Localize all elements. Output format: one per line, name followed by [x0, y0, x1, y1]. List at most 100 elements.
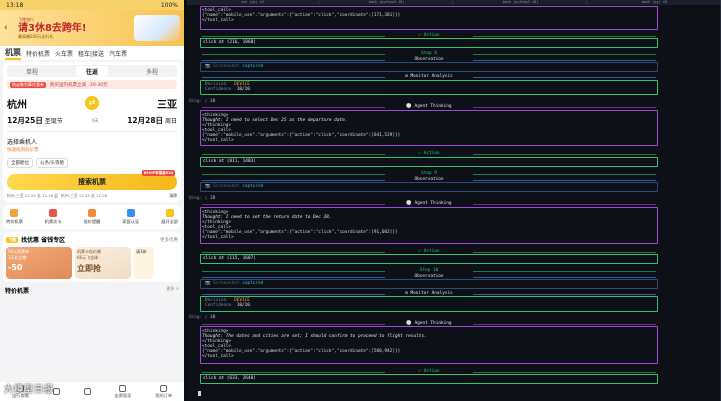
screenshot-status: captured — [242, 64, 264, 69]
terminal-cursor[interactable] — [198, 391, 201, 396]
quick-special-flights[interactable]: 特价机票 — [6, 209, 23, 225]
action-command: click at (633, 2640) — [203, 376, 256, 381]
step-header: Step 10 — [200, 268, 658, 273]
bell-icon — [87, 209, 96, 217]
card-title: 50元机票券 — [8, 249, 30, 254]
vip-tag: 89VIP享最高¥10 — [141, 170, 175, 176]
clear-history-button[interactable]: 清除 — [169, 193, 177, 199]
card-value: -50 — [8, 263, 23, 272]
terminal-tab[interactable]: bash (python3.10) — [455, 0, 587, 5]
terminal-tabs: zsh (py) ⌘1 bash (python3.10) bash (pyth… — [187, 0, 721, 5]
card-title: 请3休 — [136, 249, 147, 254]
chart-icon — [119, 384, 127, 392]
thought-text: Thought: The dates and cities are set; I… — [202, 334, 427, 339]
card-icon — [49, 209, 58, 217]
coupon-tag: 热@聚划算优惠券 — [10, 81, 46, 88]
promo-banner[interactable]: ‹ 飞猪旅行 请3休8去跨年! 最高赠200元出行礼 — [0, 10, 184, 46]
chip-all-cabins[interactable]: 全部舱位 — [7, 158, 33, 168]
action-box — [200, 254, 658, 264]
trip-type-roundtrip[interactable]: 往返 — [75, 65, 108, 77]
tab-bus[interactable]: 汽车票 — [109, 49, 127, 58]
status-time: 13:18 — [6, 1, 24, 9]
screenshot-label: Screenshot — [213, 184, 240, 189]
coupon-amount: 20-30元 — [90, 82, 108, 88]
monitor-box — [200, 80, 658, 95]
pass-card[interactable]: 机票卡低价圈 66元飞全球 立即抢 — [75, 247, 131, 279]
screenshot-box — [200, 62, 658, 72]
action-header: ✓ Action — [200, 151, 658, 156]
thinking-title: Agent Thinking — [414, 201, 452, 206]
plane-icon — [83, 388, 91, 395]
gutter-value: 2B — [210, 315, 216, 320]
low-price-more[interactable]: 更多 > — [166, 286, 179, 295]
deals-title: 找优惠 省钱专区 — [21, 237, 66, 244]
coupon-card[interactable]: 50元机票券 3天后过期 -50 — [6, 247, 72, 279]
quick-expand[interactable]: 展开全部 — [161, 209, 178, 225]
search-history: 杭州-三亚 12-25 去 12-28 返 杭州-三亚 12-25 去 12-2… — [7, 193, 177, 199]
trip-type-selector: 单程 往返 多程 — [7, 65, 177, 77]
terminal-tab[interactable]: bash (python3.10) — [321, 0, 453, 5]
passenger-title: 选择乘机人 — [7, 139, 38, 146]
nav-item-3[interactable] — [83, 388, 91, 395]
gutter-key: Qing: — [189, 315, 203, 320]
card-sub: 3天后过期 — [8, 255, 27, 260]
return-date-field[interactable]: 12月28日 周日 — [127, 115, 177, 126]
tab-train[interactable]: 火车票 — [55, 49, 73, 58]
thinking-header: ⚪ Agent Thinking — [200, 104, 658, 109]
thinking-box — [200, 326, 658, 364]
nav-label: 出票管家 — [114, 392, 132, 398]
terminal-window[interactable]: zsh (py) ⌘1 bash (python3.10) bash (pyth… — [187, 0, 721, 401]
quick-family[interactable]: 家庭认证 — [122, 209, 139, 225]
tab-flights[interactable]: 机票 — [5, 47, 21, 60]
return-date: 12月28日 — [127, 116, 164, 125]
monitor-box — [200, 296, 658, 312]
passenger-selector[interactable]: 选择乘机人 快速找到低价票 — [7, 137, 177, 153]
category-tabs: 机票 特价机票 火车票 租车|接送 汽车票 — [0, 46, 184, 60]
quick-label: 机票次卡 — [44, 219, 62, 224]
action-box — [200, 157, 658, 167]
nav-steward[interactable]: 出票管家 — [114, 384, 132, 399]
trip-type-oneway[interactable]: 单程 — [26, 67, 38, 76]
quick-label: 低价提醒 — [83, 219, 101, 224]
trip-type-multi[interactable]: 多程 — [146, 67, 158, 76]
flight-search-card: 单程 往返 多程 热@聚划算优惠券 购买国内机票立减 20-30元 杭州 ⇄ 三… — [3, 62, 181, 202]
step-header: Step 8 — [200, 51, 658, 56]
screenshot-line: 📷 Screenshot captured — [205, 281, 264, 286]
banner-headline: 请3休8去跨年! — [18, 22, 87, 34]
chip-business-first[interactable]: 公务/头等舱 — [36, 158, 69, 168]
nav-orders[interactable]: 我的订单 — [155, 384, 172, 399]
low-price-title: 特价机票 — [5, 288, 30, 295]
screenshot-line: 📷 Screenshot captured — [205, 64, 264, 69]
home-icon — [126, 209, 135, 217]
back-arrow-icon[interactable]: ‹ — [4, 23, 14, 33]
thinking-header: ⚪ Agent Thinking — [200, 201, 658, 206]
tab-special-flights[interactable]: 特价机票 — [26, 49, 50, 58]
history-item[interactable]: 杭州-三亚 12-25 去 12-28 返 — [7, 193, 58, 199]
quick-pass[interactable]: 机票次卡 — [45, 209, 62, 225]
search-flights-button[interactable]: 搜索机票 89VIP享最高¥10 — [7, 170, 177, 190]
coupon-strip[interactable]: 热@聚划算优惠券 购买国内机票立减 20-30元 — [7, 80, 177, 89]
history-item[interactable]: 杭州-三亚 12-25 去 12-28 — [61, 193, 107, 199]
from-city[interactable]: 杭州 — [7, 96, 27, 111]
deals-more-link[interactable]: 更多优惠 — [160, 237, 178, 243]
depart-date-field[interactable]: 12月25日 圣诞节 — [7, 115, 63, 126]
tool-call-close: </tool_call> — [202, 138, 234, 143]
action-command: click at (216, 1068) — [203, 40, 256, 45]
quick-price-alert[interactable]: 低价提醒 — [83, 209, 101, 225]
quick-label: 特价机票 — [6, 219, 23, 224]
watermark: 大模型日报 — [4, 385, 55, 395]
return-day: 周日 — [164, 118, 177, 125]
screenshot-label: Screenshot — [213, 64, 240, 69]
swap-cities-icon[interactable]: ⇄ — [85, 96, 99, 110]
date-row: 12月25日 圣诞节 4天 12月28日 周日 — [7, 115, 177, 126]
terminal-tab[interactable]: zsh (py) ⌘1 — [187, 0, 319, 5]
to-city[interactable]: 三亚 — [157, 96, 177, 111]
thinking-thought: Thought: The dates and cities are set; I… — [202, 334, 427, 339]
quick-label: 家庭认证 — [122, 219, 140, 224]
city-row: 杭州 ⇄ 三亚 — [7, 96, 177, 111]
confidence-key: Confidence — [205, 87, 232, 92]
tab-car-rental[interactable]: 租车|接送 — [78, 49, 104, 58]
monitor-header: ⚙ Monitor Analysis — [200, 74, 658, 79]
holiday-card[interactable]: 请3休 — [134, 247, 154, 279]
terminal-tab[interactable]: bash (py) ⌘5 — [589, 0, 721, 5]
